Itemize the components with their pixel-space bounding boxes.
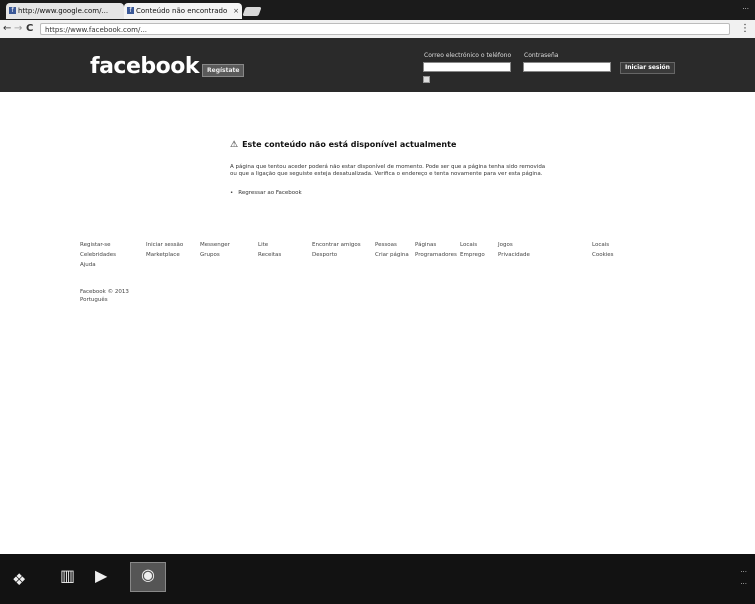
wrench-icon[interactable]: ⋮ — [740, 22, 750, 36]
system-tray: ... ... — [740, 564, 747, 588]
password-label: Contraseña — [524, 52, 559, 59]
tray-top: ... — [740, 566, 747, 574]
browser-tabstrip: f http://www.google.com/... f Conteúdo n… — [0, 0, 755, 20]
browser-taskbar-icon[interactable]: ◉ — [130, 562, 166, 592]
new-tab-button[interactable] — [242, 7, 262, 16]
tab-title: Conteúdo não encontrado — [136, 7, 228, 15]
keep-logged-in-checkbox[interactable] — [423, 76, 430, 83]
footer-meta: Facebook © 2013 Português — [80, 288, 129, 304]
footer-link[interactable]: Programadores — [415, 252, 457, 258]
facebook-header: facebook Regístate Correo electrónico o … — [0, 38, 755, 92]
unavailable-content: ⚠ Este conteúdo não está disponível actua… — [230, 140, 560, 196]
media-icon[interactable]: ▶ — [95, 564, 107, 588]
address-bar[interactable]: https://www.facebook.com/... — [40, 23, 730, 35]
browser-tab-2[interactable]: f Conteúdo não encontrado × — [124, 3, 242, 19]
tray-bottom: ... — [740, 578, 747, 586]
login-button[interactable]: Iniciar sesión — [620, 62, 675, 74]
footer-link[interactable]: Registar-se — [80, 242, 111, 248]
copyright: Facebook © 2013 — [80, 289, 129, 295]
footer-link[interactable]: Ajuda — [80, 262, 96, 268]
footer-link[interactable]: Criar página — [375, 252, 409, 258]
browser-tab-1[interactable]: f http://www.google.com/... — [6, 3, 124, 19]
language-link[interactable]: Português — [80, 296, 129, 304]
footer-link[interactable]: Grupos — [200, 252, 220, 258]
footer-link[interactable]: Jogos — [498, 242, 513, 248]
footer-link[interactable]: Emprego — [460, 252, 485, 258]
browser-toolbar: ← → C https://www.facebook.com/... ⋮ — [0, 20, 755, 39]
footer-link[interactable]: Lite — [258, 242, 268, 248]
email-label: Correo electrónico o teléfono — [424, 52, 512, 59]
user-label: ... — [742, 3, 749, 11]
back-to-facebook-link[interactable]: • Regressar ao Facebook — [230, 190, 560, 196]
footer-link[interactable]: Locais — [460, 242, 477, 248]
footer-link[interactable]: Encontrar amigos — [312, 242, 361, 248]
footer-link[interactable]: Páginas — [415, 242, 436, 248]
footer-link[interactable]: Iniciar sessão — [146, 242, 183, 248]
files-icon[interactable]: ▥ — [60, 564, 75, 588]
footer-link[interactable]: Celebridades — [80, 252, 116, 258]
warning-icon: ⚠ — [230, 140, 239, 150]
content-body: A página que tentou aceder poderá não es… — [230, 164, 546, 177]
password-field[interactable] — [523, 62, 611, 72]
footer-link[interactable]: Receitas — [258, 252, 281, 258]
reload-icon[interactable]: C — [26, 22, 33, 36]
email-field[interactable] — [423, 62, 511, 72]
favicon-icon: f — [9, 7, 16, 14]
footer-link[interactable]: Cookies — [592, 252, 614, 258]
back-link-text: Regressar ao Facebook — [238, 190, 302, 196]
footer-link[interactable]: Privacidade — [498, 252, 530, 258]
footer-link[interactable]: Marketplace — [146, 252, 180, 258]
page-title: ⚠ Este conteúdo não está disponível actua… — [230, 140, 560, 150]
forward-icon[interactable]: → — [14, 22, 22, 36]
footer-link[interactable]: Pessoas — [375, 242, 397, 248]
close-icon[interactable]: × — [233, 3, 239, 19]
start-icon[interactable]: ❖ — [12, 568, 26, 592]
bullet-icon: • — [230, 190, 234, 196]
page-title-text: Este conteúdo não está disponível actual… — [242, 140, 457, 149]
footer-link[interactable]: Locais — [592, 242, 609, 248]
footer-link[interactable]: Desporto — [312, 252, 337, 258]
facebook-logo[interactable]: facebook — [90, 54, 200, 79]
footer-link[interactable]: Messenger — [200, 242, 230, 248]
signup-button[interactable]: Regístate — [202, 64, 245, 77]
favicon-icon: f — [127, 7, 134, 14]
tab-title: http://www.google.com/... — [18, 7, 109, 15]
taskbar: ❖ ▥ ▶ ◉ ... ... — [0, 554, 755, 604]
back-icon[interactable]: ← — [3, 22, 11, 36]
